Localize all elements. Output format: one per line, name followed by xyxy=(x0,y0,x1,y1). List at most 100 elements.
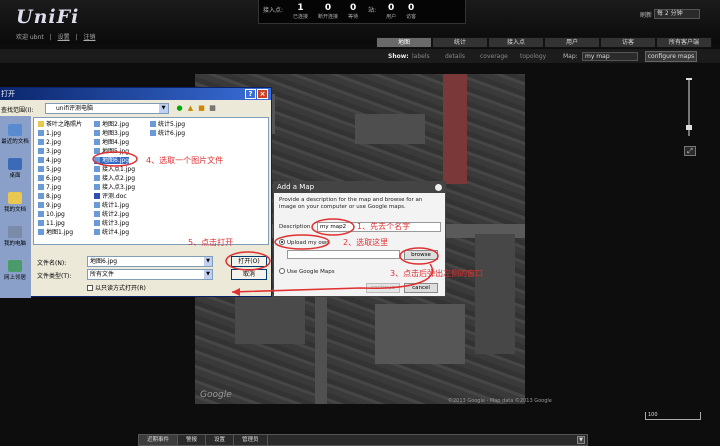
list-item[interactable]: 统计4.jpg xyxy=(94,229,129,236)
tab-users[interactable]: 用户 xyxy=(544,37,600,48)
tab-guests[interactable]: 访客 xyxy=(600,37,656,48)
image-file-icon xyxy=(38,148,44,154)
place-network[interactable]: 网上邻居 xyxy=(0,260,32,281)
file-list[interactable]: 茶叶之路照片 1.jpg 2.jpg 3.jpg 4.jpg 5.jpg 6.j… xyxy=(33,117,269,245)
help-icon[interactable]: ? xyxy=(245,89,256,99)
places-bar: 最近的文档 桌面 我的文档 我的电脑 网上邻居 xyxy=(0,116,31,298)
place-recent[interactable]: 最近的文档 xyxy=(0,124,32,145)
image-file-icon xyxy=(38,193,44,199)
stat-pending: 0 等待 xyxy=(348,3,359,20)
image-file-icon xyxy=(94,139,100,145)
tab-access-points[interactable]: 接入点 xyxy=(488,37,544,48)
image-file-icon xyxy=(38,220,44,226)
chevron-down-icon[interactable]: ▼ xyxy=(204,257,212,266)
upload-path-input[interactable] xyxy=(287,250,400,259)
station-label: 站: xyxy=(368,7,377,14)
computer-icon xyxy=(8,226,22,238)
list-item[interactable]: 统计6.jpg xyxy=(150,130,185,137)
list-item[interactable]: 接入点3.jpg xyxy=(94,184,135,191)
list-item[interactable]: 11.jpg xyxy=(38,220,65,227)
list-item-selected[interactable]: 地图6.jpg xyxy=(94,157,130,164)
expand-icon[interactable]: ⤢ xyxy=(684,146,696,156)
tab-map[interactable]: 地图 xyxy=(376,37,432,48)
close-icon[interactable] xyxy=(435,184,442,191)
map-select[interactable]: my map xyxy=(582,52,638,61)
checkbox-icon xyxy=(87,285,93,291)
add-map-description: Provide a description for the map and br… xyxy=(279,197,423,210)
filename-input[interactable]: 地图6.jpg xyxy=(87,256,213,267)
stats-label: 接入点: xyxy=(263,7,284,14)
footer-tab-events[interactable]: 近期事件 xyxy=(139,435,179,445)
upload-radio[interactable]: Upload my own xyxy=(279,239,330,246)
image-file-icon xyxy=(38,202,44,208)
settings-link[interactable]: 设置 xyxy=(58,34,70,41)
open-button[interactable]: 打开(O) xyxy=(231,256,267,267)
cancel-button[interactable]: 取消 xyxy=(231,269,267,280)
list-item[interactable]: 茶叶之路照片 xyxy=(38,121,82,128)
image-file-icon xyxy=(94,166,100,172)
stats-panel: 接入点: 1 已连接 0 断开连接 0 等待 站: 0 用户 0 访客 xyxy=(258,0,466,24)
footer-tab-alerts[interactable]: 警报 xyxy=(178,435,207,445)
list-item[interactable]: 统计3.jpg xyxy=(94,220,129,227)
footer-collapse-icon[interactable]: ▼ xyxy=(577,436,585,444)
list-item[interactable]: 接入点1.jpg xyxy=(94,166,135,173)
list-item[interactable]: 地图3.jpg xyxy=(94,130,129,137)
list-item[interactable]: 统计5.jpg xyxy=(150,121,185,128)
list-item[interactable]: 地图1.jpg xyxy=(38,229,73,236)
close-icon[interactable]: × xyxy=(257,89,268,99)
list-item[interactable]: 8.jpg xyxy=(38,193,61,200)
documents-icon xyxy=(8,192,22,204)
back-icon[interactable]: ● xyxy=(175,104,184,113)
image-file-icon xyxy=(38,184,44,190)
logout-link[interactable]: 注销 xyxy=(83,34,95,41)
option-details[interactable]: details xyxy=(445,53,465,60)
list-item[interactable]: 6.jpg xyxy=(38,175,61,182)
option-topology[interactable]: topology xyxy=(520,53,546,60)
image-file-icon xyxy=(94,130,100,136)
refresh-select[interactable]: 每 2 分钟 xyxy=(654,9,700,19)
cancel-button[interactable]: cancel xyxy=(404,283,438,293)
list-item[interactable]: 7.jpg xyxy=(38,184,61,191)
list-item[interactable]: 统计2.jpg xyxy=(94,211,129,218)
footer-tab-settings[interactable]: 设置 xyxy=(206,435,235,445)
recent-docs-icon xyxy=(8,124,22,136)
place-computer[interactable]: 我的电脑 xyxy=(0,226,32,247)
tab-stats[interactable]: 统计 xyxy=(432,37,488,48)
chevron-down-icon[interactable]: ▼ xyxy=(204,270,212,279)
view-menu-icon[interactable]: ▦ xyxy=(208,104,217,113)
image-file-icon xyxy=(94,121,100,127)
continue-button[interactable]: continue xyxy=(366,283,400,293)
footer-tab-admins[interactable]: 管理员 xyxy=(234,435,268,445)
google-maps-radio[interactable]: Use Google Maps xyxy=(279,268,335,275)
option-coverage[interactable]: coverage xyxy=(480,53,508,60)
lookin-select[interactable]: unifi评测电脑 xyxy=(45,103,169,114)
list-item[interactable]: 5.jpg xyxy=(38,166,61,173)
list-item[interactable]: 接入点2.jpg xyxy=(94,175,135,182)
new-folder-icon[interactable]: ■ xyxy=(197,104,206,113)
up-folder-icon[interactable]: ▲ xyxy=(186,104,195,113)
list-item[interactable]: 10.jpg xyxy=(38,211,65,218)
list-item[interactable]: 评测.doc xyxy=(94,193,127,200)
chevron-down-icon[interactable]: ▼ xyxy=(159,104,168,113)
list-item[interactable]: 9.jpg xyxy=(38,202,61,209)
place-desktop[interactable]: 桌面 xyxy=(0,158,32,179)
configure-maps-button[interactable]: configure maps xyxy=(645,51,697,62)
list-item[interactable]: 3.jpg xyxy=(38,148,61,155)
option-labels[interactable]: labels xyxy=(412,53,430,60)
list-item[interactable]: 地图4.jpg xyxy=(94,139,129,146)
folder-icon xyxy=(38,121,44,127)
list-item[interactable]: 地图5.jpg xyxy=(94,148,129,155)
list-item[interactable]: 2.jpg xyxy=(38,139,61,146)
list-item[interactable]: 1.jpg xyxy=(38,130,61,137)
image-file-icon xyxy=(94,220,100,226)
tab-all-clients[interactable]: 所有客户端 xyxy=(656,37,712,48)
place-documents[interactable]: 我的文档 xyxy=(0,192,32,213)
list-item[interactable]: 4.jpg xyxy=(38,157,61,164)
browse-button[interactable]: browse xyxy=(404,250,438,260)
filetype-select[interactable]: 所有文件 xyxy=(87,269,213,280)
zoom-slider-handle[interactable] xyxy=(686,125,692,130)
list-item[interactable]: 统计1.jpg xyxy=(94,202,129,209)
radio-icon xyxy=(279,268,285,274)
readonly-checkbox[interactable]: 以只读方式打开(R) xyxy=(87,283,146,292)
list-item[interactable]: 地图2.jpg xyxy=(94,121,129,128)
